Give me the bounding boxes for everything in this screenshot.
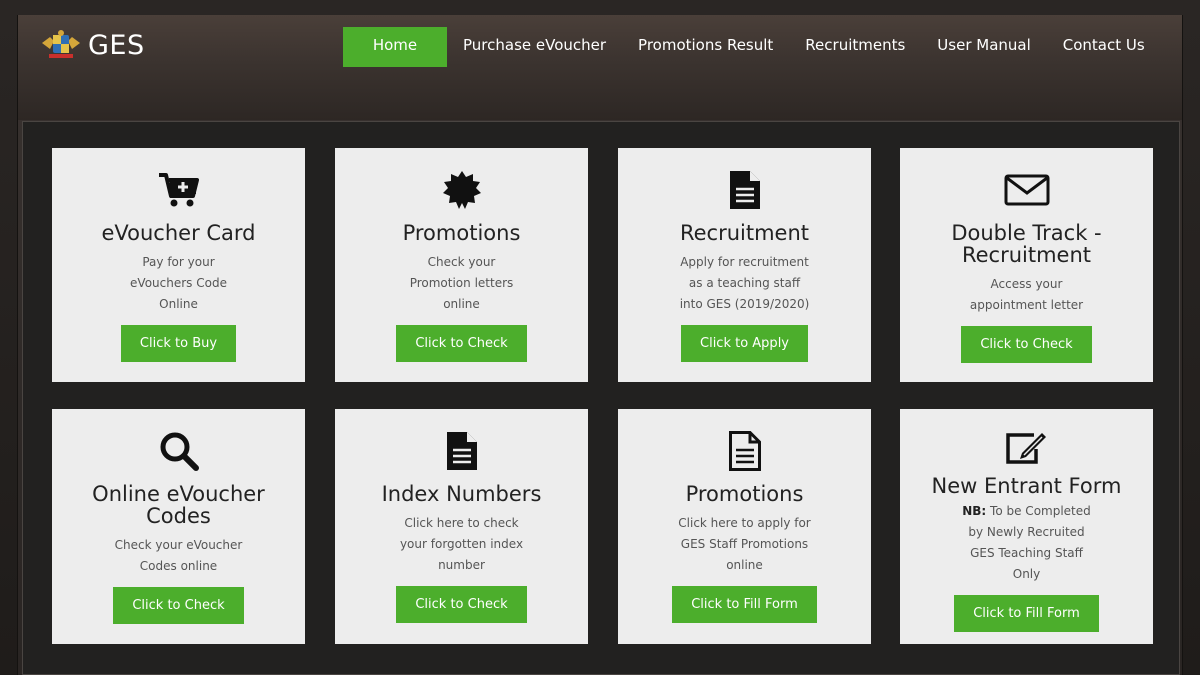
card-title: Double Track - Recruitment xyxy=(951,221,1102,267)
document-icon xyxy=(445,431,479,471)
card-promotions: Promotions Check your Promotion letters on… xyxy=(335,148,588,382)
card-index-numbers: Index Numbers Click here to check your fo… xyxy=(335,409,588,644)
card-recruitment: Recruitment Apply for recruitment as a te… xyxy=(618,148,871,382)
card-title: Index Numbers xyxy=(381,482,542,506)
cart-plus-icon xyxy=(157,170,201,210)
click-to-fill-form-button[interactable]: Click to Fill Form xyxy=(672,586,817,623)
page-background: GES Home Purchase eVoucher Promotions Re… xyxy=(0,0,1200,675)
certificate-icon xyxy=(442,170,482,210)
click-to-apply-button[interactable]: Click to Apply xyxy=(681,325,808,362)
card-description: Apply for recruitment as a teaching staff… xyxy=(679,255,810,311)
services-panel: eVoucher Card Pay for your eVouchers Code… xyxy=(22,121,1180,675)
card-promotions-apply: Promotions Click here to apply for GES St… xyxy=(618,409,871,644)
logo-text: GES xyxy=(88,29,145,61)
nav-user-manual[interactable]: User Manual xyxy=(921,27,1046,67)
card-title: Online eVoucher Codes xyxy=(92,482,265,528)
card-description: Pay for your eVouchers Code Online xyxy=(130,255,227,311)
main-nav: Home Purchase eVoucher Promotions Result… xyxy=(343,27,1161,67)
card-description: NB: To be Completed by Newly Recruited GES… xyxy=(962,504,1091,581)
card-description: Check your Promotion letters online xyxy=(409,255,514,311)
nav-promotions-result[interactable]: Promotions Result xyxy=(622,27,789,67)
search-icon xyxy=(158,431,200,471)
click-to-check-button[interactable]: Click to Check xyxy=(961,326,1092,363)
card-title: eVoucher Card xyxy=(101,221,256,245)
click-to-buy-button[interactable]: Click to Buy xyxy=(120,325,237,362)
click-to-fill-form-button[interactable]: Click to Fill Form xyxy=(954,595,1099,632)
card-description: Click here to apply for GES Staff Promoti… xyxy=(678,516,811,572)
card-title: New Entrant Form xyxy=(931,474,1122,498)
coat-of-arms-icon xyxy=(42,30,80,58)
website: GES Home Purchase eVoucher Promotions Re… xyxy=(17,15,1183,675)
card-description: Access your appointment letter xyxy=(969,277,1084,312)
envelope-icon xyxy=(1004,170,1050,210)
card-title: Promotions xyxy=(402,221,521,245)
document-icon xyxy=(728,170,762,210)
card-title: Promotions xyxy=(685,482,804,506)
nav-contact-us[interactable]: Contact Us xyxy=(1047,27,1161,67)
nav-home[interactable]: Home xyxy=(343,27,447,67)
logo[interactable]: GES xyxy=(40,29,145,61)
nav-recruitments[interactable]: Recruitments xyxy=(789,27,921,67)
card-double-track-recruitment: Double Track - Recruitment Access your app… xyxy=(900,148,1153,382)
card-new-entrant-form: New Entrant Form NB: To be Completed by N… xyxy=(900,409,1153,644)
click-to-check-button[interactable]: Click to Check xyxy=(396,325,527,362)
card-description: Check your eVoucher Codes online xyxy=(114,538,243,573)
header-bar: GES Home Purchase eVoucher Promotions Re… xyxy=(18,15,1182,120)
card-description: Click here to check your forgotten index n… xyxy=(399,516,524,572)
document-outline-icon xyxy=(728,431,762,471)
edit-icon xyxy=(1004,427,1050,467)
nav-purchase-evoucher[interactable]: Purchase eVoucher xyxy=(447,27,622,67)
click-to-check-button[interactable]: Click to Check xyxy=(113,587,244,624)
click-to-check-button[interactable]: Click to Check xyxy=(396,586,527,623)
card-online-evoucher-codes: Online eVoucher Codes Check your eVoucher… xyxy=(52,409,305,644)
card-title: Recruitment xyxy=(679,221,810,245)
card-evoucher-card: eVoucher Card Pay for your eVouchers Code… xyxy=(52,148,305,382)
